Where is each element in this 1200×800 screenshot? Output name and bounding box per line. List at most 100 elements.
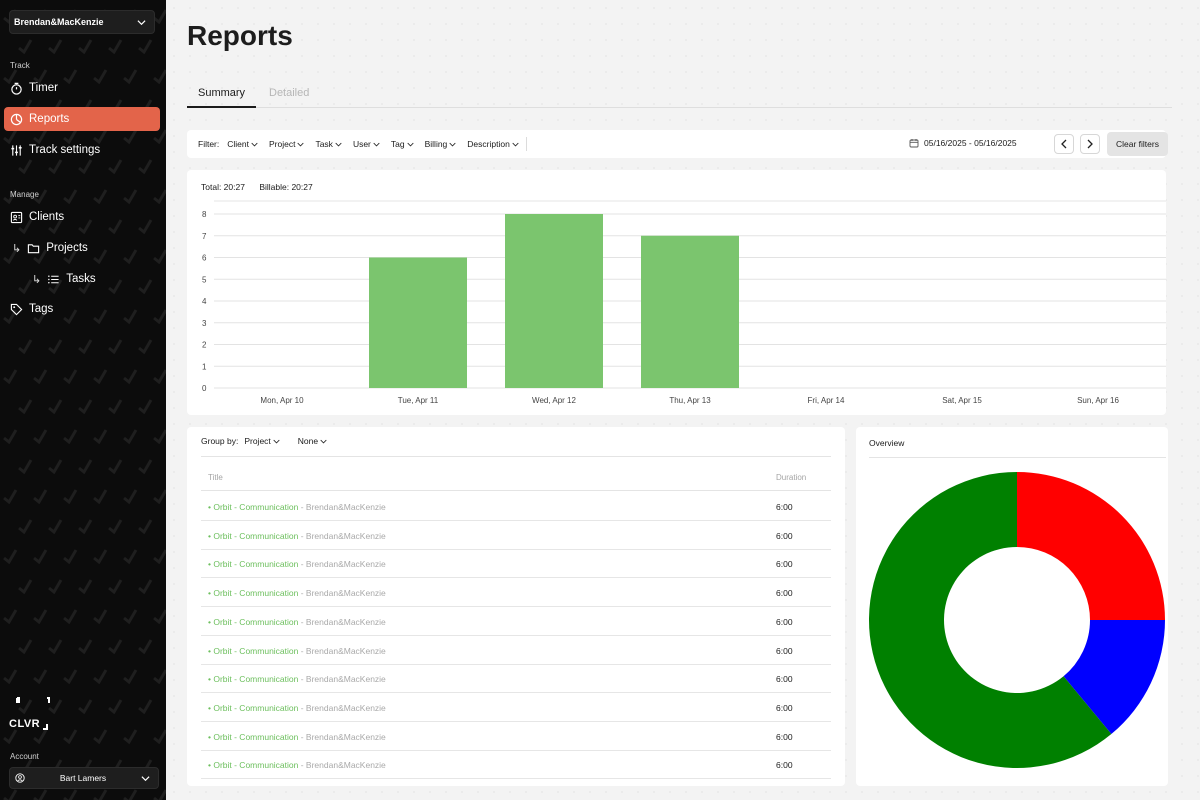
account-select[interactable]: Bart Lamers	[9, 767, 159, 789]
table-row[interactable]: • Orbit - Communication - Brendan&MacKen…	[201, 636, 831, 665]
chevron-down-icon	[449, 142, 456, 146]
row-client: - Brendan&MacKenzie	[298, 674, 386, 685]
row-title: • Orbit - Communication - Brendan&MacKen…	[208, 732, 386, 742]
donut-slice[interactable]	[1017, 472, 1165, 620]
sliders-icon	[11, 144, 22, 156]
chevron-down-icon	[297, 142, 305, 146]
filter-billing[interactable]: Billing	[425, 139, 457, 149]
divider	[201, 456, 831, 457]
nav-reports[interactable]: Reports	[4, 107, 160, 131]
nav-track-settings[interactable]: Track settings	[4, 138, 160, 162]
y-tick-label: 0	[202, 384, 207, 393]
row-project[interactable]: • Orbit - Communication	[208, 502, 298, 512]
filter-billing-label: Billing	[424, 139, 448, 149]
filter-description[interactable]: Description	[467, 139, 519, 149]
nav-tags[interactable]: Tags	[4, 297, 160, 321]
nav-tasks[interactable]: ↳ Tasks	[4, 267, 160, 291]
x-tick-label: Sat, Apr 15	[942, 396, 982, 405]
tab-summary[interactable]: Summary	[187, 87, 257, 108]
chevron-down-icon	[137, 19, 146, 25]
nav-clients[interactable]: Clients	[4, 205, 160, 229]
filter-project[interactable]: Project	[268, 139, 305, 149]
row-project[interactable]: • Orbit - Communication	[208, 674, 298, 684]
track-section-label: Track	[10, 61, 30, 70]
filter-project-label: Project	[268, 139, 296, 149]
table-row[interactable]: • Orbit - Communication - Brendan&MacKen…	[201, 693, 831, 722]
nav-projects[interactable]: ↳ Projects	[4, 236, 160, 260]
group-by-primary-select[interactable]: Project	[244, 436, 280, 446]
date-range-value: 05/16/2025 - 05/16/2025	[924, 138, 1017, 148]
row-duration: 6:00	[776, 588, 793, 599]
filter-bar: Filter: Client Project Task User Tag Bil…	[187, 130, 1168, 158]
table-row[interactable]: • Orbit - Communication - Brendan&MacKen…	[201, 664, 831, 694]
user-circle-icon	[15, 773, 25, 783]
table-row[interactable]: • Orbit - Communication - Brendan&MacKen…	[201, 750, 831, 780]
chevron-down-icon	[335, 142, 342, 146]
row-duration: 6:00	[776, 760, 793, 771]
filter-divider	[525, 137, 527, 151]
stopwatch-icon	[11, 82, 22, 95]
filter-task[interactable]: Task	[315, 139, 342, 149]
row-project[interactable]: • Orbit - Communication	[208, 703, 298, 713]
row-title: • Orbit - Communication - Brendan&MacKen…	[208, 703, 386, 713]
bar[interactable]	[369, 257, 467, 389]
pie-chart-icon	[10, 113, 23, 125]
row-project[interactable]: • Orbit - Communication	[208, 732, 298, 742]
row-client: - Brendan&MacKenzie	[298, 702, 386, 713]
table-row[interactable]: • Orbit - Communication - Brendan&MacKen…	[201, 607, 831, 636]
y-tick-label: 7	[202, 232, 207, 241]
calendar-icon	[909, 139, 919, 148]
tag-icon	[10, 303, 23, 315]
bar[interactable]	[505, 214, 603, 388]
filter-tag-label: Tag	[390, 139, 405, 149]
date-range-picker[interactable]: 05/16/2025 - 05/16/2025	[909, 138, 1017, 148]
totals-summary: Total: 20:27 Billable: 20:27	[201, 182, 325, 192]
table-row[interactable]: • Orbit - Communication - Brendan&MacKen…	[201, 722, 831, 751]
filter-task-label: Task	[315, 139, 333, 149]
chart-card: Total: 20:27 Billable: 20:27 0 1 2 3 4 5 6 7 8 Mo…	[187, 170, 1166, 415]
row-duration: 6:00	[776, 702, 793, 713]
next-period-button[interactable]	[1080, 134, 1100, 154]
sub-arrow-icon: ↳	[32, 273, 42, 286]
filter-description-label: Description	[467, 139, 510, 149]
x-tick-label: Fri, Apr 14	[808, 396, 845, 405]
row-project[interactable]: • Orbit - Communication	[208, 617, 298, 627]
clear-filters-button[interactable]: Clear filters	[1107, 132, 1168, 156]
chevron-down-icon	[141, 775, 150, 781]
row-client: - Brendan&MacKenzie	[298, 760, 386, 771]
table-row[interactable]: • Orbit - Communication - Brendan&MacKen…	[201, 549, 831, 579]
chevron-down-icon	[251, 142, 258, 146]
table-row[interactable]: • Orbit - Communication - Brendan&MacKen…	[201, 521, 831, 550]
row-project[interactable]: • Orbit - Communication	[208, 588, 298, 598]
row-project[interactable]: • Orbit - Communication	[208, 646, 298, 656]
row-title: • Orbit - Communication - Brendan&MacKen…	[208, 674, 386, 684]
filter-client[interactable]: Client	[227, 139, 258, 149]
chevron-down-icon	[273, 439, 280, 443]
filter-user[interactable]: User	[353, 139, 380, 149]
filter-tag[interactable]: Tag	[391, 139, 414, 149]
contact-card-icon	[10, 211, 23, 223]
account-name: Bart Lamers	[59, 773, 107, 783]
table-row[interactable]: • Orbit - Communication - Brendan&MacKen…	[201, 492, 831, 521]
group-by-secondary-select[interactable]: None	[298, 436, 327, 446]
x-tick-label: Sun, Apr 16	[1077, 396, 1119, 405]
y-tick-label: 6	[202, 254, 207, 263]
row-project[interactable]: • Orbit - Communication	[208, 559, 298, 569]
nav-clients-label: Clients	[29, 211, 65, 223]
row-client: - Brendan&MacKenzie	[298, 645, 386, 656]
chevron-right-icon	[1087, 139, 1093, 149]
chevron-down-icon	[320, 439, 327, 443]
tab-detailed[interactable]: Detailed	[258, 87, 320, 108]
workspace-select[interactable]: Brendan&MacKenzie	[9, 10, 155, 34]
row-project[interactable]: • Orbit - Communication	[208, 760, 298, 770]
list-icon	[48, 275, 59, 283]
table-row[interactable]: • Orbit - Communication - Brendan&MacKen…	[201, 578, 831, 608]
prev-period-button[interactable]	[1054, 134, 1074, 154]
row-project[interactable]: • Orbit - Communication	[208, 531, 298, 541]
row-client: - Brendan&MacKenzie	[298, 616, 386, 627]
nav-timer[interactable]: Timer	[4, 76, 160, 100]
total-duration: Total: 20:27	[201, 182, 245, 192]
filter-label: Filter:	[198, 139, 220, 149]
account-section-label: Account	[10, 752, 39, 761]
bar[interactable]	[641, 235, 739, 388]
